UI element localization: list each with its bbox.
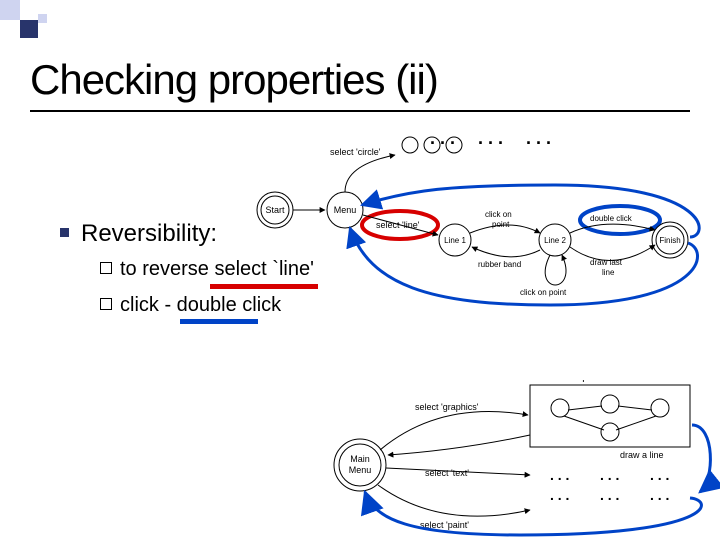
node-line2: Line 2	[544, 236, 566, 245]
svg-text:Menu: Menu	[349, 465, 372, 475]
node-finish: Finish	[659, 236, 680, 245]
edge-select-graphics: select 'graphics'	[415, 402, 479, 412]
bullet-reversibility: Reversibility:	[60, 220, 217, 248]
ellipsis-icon: . . .	[550, 467, 569, 483]
ellipsis-icon: . . .	[600, 467, 619, 483]
bullet-reversibility-label: Reversibility:	[81, 220, 217, 247]
node-menu: Menu	[334, 205, 357, 215]
edge-click-on-point2: click on point	[520, 288, 567, 297]
sub1-pre: to	[120, 258, 137, 280]
slide-title: Checking properties (ii)	[30, 56, 438, 104]
edge-select-circle: select 'circle'	[330, 147, 381, 157]
corner-decoration	[0, 0, 80, 50]
ellipsis-icon: . . .	[600, 487, 619, 503]
node-main-menu: Main	[350, 454, 370, 464]
ellipsis-icon: . . .	[650, 487, 669, 503]
top-state-diagram: Start Menu select 'circle' select 'line'…	[250, 125, 710, 315]
edge-double-click: double click	[590, 214, 633, 223]
title-rule	[30, 110, 690, 112]
edge-draw-a-line: draw a line	[620, 450, 664, 460]
slide: Checking properties (ii) Reversibility: …	[0, 0, 720, 540]
ellipsis-icon: . . .	[650, 467, 669, 483]
edge-select-line: select 'line'	[376, 220, 420, 230]
outline-square-icon	[100, 298, 112, 310]
svg-text:line: line	[602, 268, 615, 277]
submenu-title: Graphics Sub-menu	[566, 380, 655, 383]
edge-click-on-point: click on	[485, 210, 512, 219]
edge-select-text: select 'text'	[425, 468, 469, 478]
outline-square-icon	[100, 262, 112, 274]
node-line1: Line 1	[444, 236, 466, 245]
edge-rubber-band: rubber band	[478, 260, 521, 269]
ellipsis-icon: . . .	[550, 487, 569, 503]
bullet-square-icon	[60, 228, 69, 237]
blue-underline	[180, 319, 258, 324]
node-start: Start	[265, 205, 285, 215]
edge-draw-last-line: draw last	[590, 258, 623, 267]
bottom-state-diagram: Main Menu Graphics Sub-menu select 'grap…	[320, 380, 720, 540]
sub2-pre: click	[120, 294, 159, 316]
svg-text:point: point	[492, 220, 510, 229]
